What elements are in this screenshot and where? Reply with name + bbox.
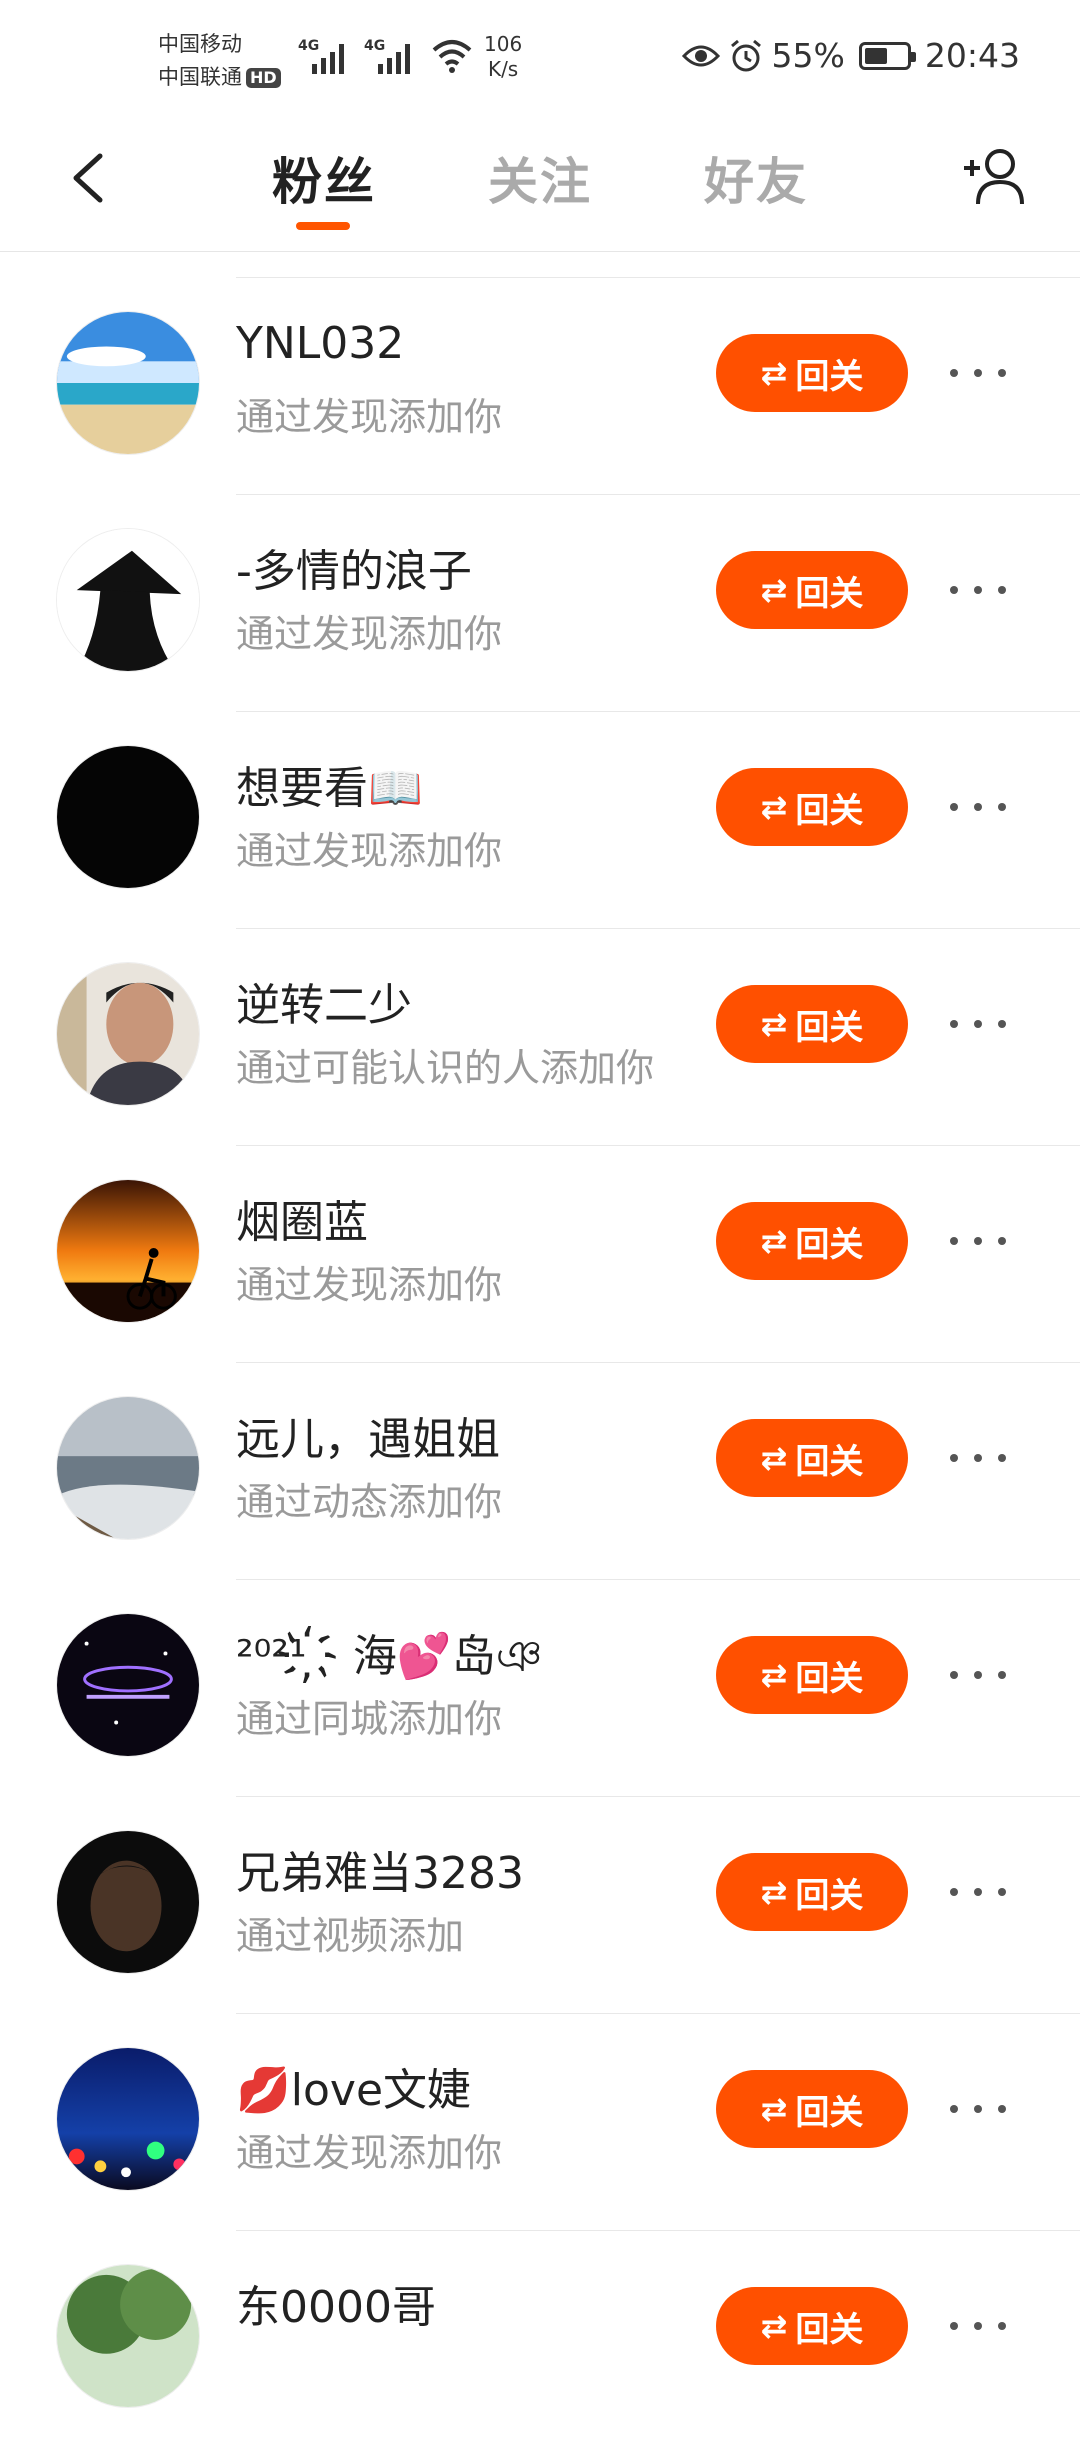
swap-icon: ⇄: [760, 788, 788, 826]
battery-icon: [858, 41, 916, 70]
follow-back-button[interactable]: ⇄ 回关: [716, 1636, 908, 1714]
swap-icon: ⇄: [760, 1873, 788, 1911]
avatar[interactable]: [56, 1179, 200, 1323]
signal-icon: 4G: [298, 38, 344, 74]
user-name[interactable]: 远儿，遇姐姐: [236, 1403, 500, 1467]
user-name[interactable]: 烟圈蓝: [236, 1186, 368, 1250]
follow-source: 通过发现添加你: [236, 1263, 503, 1307]
follow-source: 通过发现添加你: [236, 395, 503, 439]
user-name[interactable]: ²⁰²¹ ҉ 海💕岛ঞ: [236, 1620, 542, 1696]
tab-friends[interactable]: 好友: [704, 142, 808, 214]
status-bar: 中国移动 中国联通 HD 4G 4G 106 K/s 55% 20:43: [0, 0, 1080, 120]
swap-icon: ⇄: [760, 1439, 788, 1477]
more-icon[interactable]: [950, 573, 1006, 607]
more-icon[interactable]: [950, 356, 1006, 390]
more-icon[interactable]: [950, 2092, 1006, 2126]
more-icon[interactable]: [950, 1875, 1006, 1909]
carrier-info: 中国移动 中国联通 HD: [158, 28, 281, 94]
tab-fans[interactable]: 粉丝: [272, 142, 376, 214]
wifi-icon: [432, 40, 472, 73]
swap-icon: ⇄: [760, 2090, 788, 2128]
user-name[interactable]: 兄弟难当3283: [236, 1837, 524, 1901]
follow-back-button[interactable]: ⇄ 回关: [716, 985, 908, 1063]
follow-back-button[interactable]: ⇄ 回关: [716, 1853, 908, 1931]
swap-icon: ⇄: [760, 2307, 788, 2345]
avatar[interactable]: [56, 962, 200, 1106]
alarm-icon: [730, 39, 761, 71]
user-name[interactable]: YNL032: [236, 318, 404, 369]
follow-back-button[interactable]: ⇄ 回关: [716, 2287, 908, 2365]
top-nav: 粉丝 关注 好友: [0, 120, 1080, 252]
more-icon[interactable]: [950, 1441, 1006, 1475]
active-tab-indicator: [296, 222, 350, 230]
user-name[interactable]: 逆转二少: [236, 969, 412, 1033]
follow-back-button[interactable]: ⇄ 回关: [716, 1202, 908, 1280]
follow-back-button[interactable]: ⇄ 回关: [716, 2070, 908, 2148]
battery-percent: 55%: [771, 36, 845, 75]
follow-source: 通过发现添加你: [236, 612, 503, 656]
list-item[interactable]: ²⁰²¹ ҉ 海💕岛ঞ 通过同城添加你 ⇄ 回关: [0, 1580, 1080, 1797]
user-name[interactable]: 东0000哥: [236, 2271, 436, 2335]
follow-back-button[interactable]: ⇄ 回关: [716, 1419, 908, 1497]
user-name[interactable]: 想要看📖: [236, 752, 423, 816]
follow-source: 通过发现添加你: [236, 2131, 503, 2175]
avatar[interactable]: [56, 2047, 200, 2191]
avatar[interactable]: [56, 2264, 200, 2408]
carrier-2: 中国联通: [158, 65, 242, 89]
more-icon[interactable]: [950, 1224, 1006, 1258]
more-icon[interactable]: [950, 1658, 1006, 1692]
tab-following[interactable]: 关注: [488, 142, 592, 214]
list-item[interactable]: 烟圈蓝 通过发现添加你 ⇄ 回关: [0, 1146, 1080, 1363]
follow-source: 通过动态添加你: [236, 1480, 503, 1524]
list-item[interactable]: 逆转二少 通过可能认识的人添加你 ⇄ 回关: [0, 929, 1080, 1146]
avatar[interactable]: [56, 1613, 200, 1757]
swap-icon: ⇄: [760, 1222, 788, 1260]
more-icon[interactable]: [950, 2309, 1006, 2343]
clock: 20:43: [924, 36, 1020, 75]
follow-source: 通过可能认识的人添加你: [236, 1046, 655, 1090]
list-item[interactable]: 想要看📖 通过发现添加你 ⇄ 回关: [0, 712, 1080, 929]
swap-icon: ⇄: [760, 1005, 788, 1043]
avatar[interactable]: [56, 745, 200, 889]
list-item[interactable]: 兄弟难当3283 通过视频添加 ⇄ 回关: [0, 1797, 1080, 2014]
network-speed: 106 K/s: [484, 32, 523, 81]
avatar[interactable]: [56, 1396, 200, 1540]
follow-back-button[interactable]: ⇄ 回关: [716, 334, 908, 412]
more-icon[interactable]: [950, 790, 1006, 824]
carrier-1: 中国移动: [158, 32, 242, 56]
swap-icon: ⇄: [760, 354, 788, 392]
avatar[interactable]: [56, 311, 200, 455]
user-name[interactable]: -多情的浪子: [236, 535, 472, 599]
follow-back-button[interactable]: ⇄ 回关: [716, 768, 908, 846]
tab-bar: 粉丝 关注 好友: [0, 120, 1080, 252]
user-name[interactable]: 💋love文婕: [236, 2054, 471, 2118]
avatar[interactable]: [56, 528, 200, 672]
follow-source: 通过视频添加: [236, 1914, 465, 1958]
swap-icon: ⇄: [760, 571, 788, 609]
hd-badge: HD: [246, 67, 281, 88]
list-item[interactable]: 💋love文婕 通过发现添加你 ⇄ 回关: [0, 2014, 1080, 2231]
swap-icon: ⇄: [760, 1656, 788, 1694]
list-item[interactable]: -多情的浪子 通过发现添加你 ⇄ 回关: [0, 495, 1080, 712]
eye-icon: [681, 45, 720, 66]
follow-source: 通过同城添加你: [236, 1697, 503, 1741]
follow-source: 通过发现添加你: [236, 829, 503, 873]
add-friend-icon[interactable]: [960, 142, 1030, 212]
list-item[interactable]: 东0000哥 ⇄ 回关: [0, 2231, 1080, 2448]
list-item[interactable]: 远儿，遇姐姐 通过动态添加你 ⇄ 回关: [0, 1363, 1080, 1580]
avatar[interactable]: [56, 1830, 200, 1974]
list-item[interactable]: YNL032 通过发现添加你 ⇄ 回关: [0, 278, 1080, 495]
signal-icon: 4G: [364, 38, 410, 74]
follow-back-button[interactable]: ⇄ 回关: [716, 551, 908, 629]
more-icon[interactable]: [950, 1007, 1006, 1041]
